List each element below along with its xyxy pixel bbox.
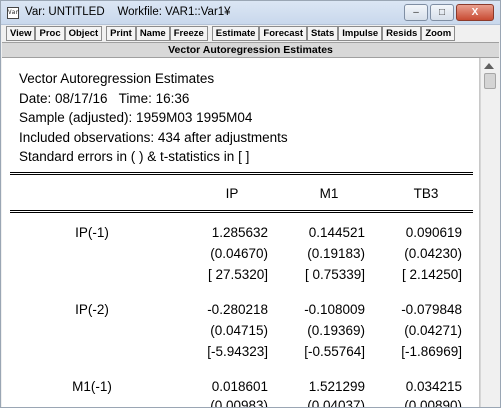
title-bar[interactable]: Var Var: UNTITLED Workfile: VAR1::Var1¥ … <box>1 1 500 25</box>
stats-button[interactable]: Stats <box>307 26 339 41</box>
std-error-cell: (0.04037) <box>307 398 365 408</box>
sample-range: Sample (adjusted): 1959M03 1995M04 <box>19 110 253 125</box>
coefficient-cell: -0.280218 <box>207 302 268 317</box>
table-top-rule <box>10 172 473 175</box>
var-window: Var Var: UNTITLED Workfile: VAR1::Var1¥ … <box>0 0 501 408</box>
std-error-cell: (0.04230) <box>404 246 462 261</box>
object-toolbar: View Proc Object Print Name Freeze Estim… <box>1 25 500 42</box>
column-header-tb3: TB3 <box>413 186 439 201</box>
close-button[interactable]: X <box>456 4 494 21</box>
coefficient-cell: -0.079848 <box>401 302 462 317</box>
std-error-cell: (0.00983) <box>210 398 268 408</box>
column-header-m1: M1 <box>319 186 339 201</box>
row-label: M1(-1) <box>72 379 112 394</box>
coefficient-cell: 0.144521 <box>308 225 365 240</box>
output-header: Vector Autoregression Estimates <box>2 42 499 58</box>
table-header-rule <box>10 210 473 213</box>
coefficient-cell: -0.108009 <box>304 302 365 317</box>
proc-button[interactable]: Proc <box>35 26 65 41</box>
date-time: Date: 08/17/16 Time: 16:36 <box>19 90 190 106</box>
std-error-cell: (0.04670) <box>210 246 268 261</box>
estimation-info: Vector Autoregression Estimates Date: 08… <box>19 69 288 167</box>
scroll-thumb[interactable] <box>484 73 496 89</box>
coefficient-cell: 0.090619 <box>405 225 462 240</box>
t-stat-cell: [-1.86969] <box>401 344 462 359</box>
row-label: IP(-2) <box>75 302 109 317</box>
object-button[interactable]: Object <box>64 26 103 41</box>
zoom-button[interactable]: Zoom <box>421 26 456 41</box>
minimize-button[interactable]: – <box>404 4 428 21</box>
std-error-cell: (0.00890) <box>404 398 462 408</box>
estimate-button[interactable]: Estimate <box>211 26 260 41</box>
stat-notation: Standard errors in ( ) & t-statistics in… <box>19 149 250 164</box>
std-error-cell: (0.19369) <box>307 323 365 338</box>
name-button[interactable]: Name <box>135 26 170 41</box>
estimation-output: Vector Autoregression Estimates Date: 08… <box>2 58 480 408</box>
coefficient-cell: 0.034215 <box>405 379 462 394</box>
std-error-cell: (0.04715) <box>210 323 268 338</box>
t-stat-cell: [ 27.5320] <box>207 267 268 282</box>
output-title: Vector Autoregression Estimates <box>19 71 215 86</box>
maximize-button[interactable]: □ <box>430 4 454 21</box>
freeze-button[interactable]: Freeze <box>169 26 208 41</box>
t-stat-cell: [ 0.75339] <box>304 267 365 282</box>
window-controls: – □ X <box>402 4 494 22</box>
impulse-button[interactable]: Impulse <box>338 26 383 41</box>
row-label: IP(-1) <box>75 225 109 240</box>
vertical-scrollbar[interactable] <box>480 58 499 407</box>
forecast-button[interactable]: Forecast <box>259 26 308 41</box>
coefficient-cell: 1.285632 <box>211 225 268 240</box>
column-header-ip: IP <box>225 186 239 201</box>
std-error-cell: (0.19183) <box>307 246 365 261</box>
print-button[interactable]: Print <box>106 26 136 41</box>
coefficient-cell: 0.018601 <box>211 379 268 394</box>
resids-button[interactable]: Resids <box>382 26 422 41</box>
t-stat-cell: [ 2.14250] <box>401 267 462 282</box>
t-stat-cell: [-5.94323] <box>207 344 268 359</box>
std-error-cell: (0.04271) <box>404 323 462 338</box>
view-button[interactable]: View <box>6 26 36 41</box>
window-title: Var: UNTITLED Workfile: VAR1::Var1¥ <box>25 6 231 18</box>
scroll-up-arrow-icon[interactable] <box>484 63 494 69</box>
coefficient-cell: 1.521299 <box>308 379 365 394</box>
included-observations: Included observations: 434 after adjustm… <box>19 129 288 145</box>
var-object-icon: Var <box>7 7 19 19</box>
t-stat-cell: [-0.55764] <box>304 344 365 359</box>
